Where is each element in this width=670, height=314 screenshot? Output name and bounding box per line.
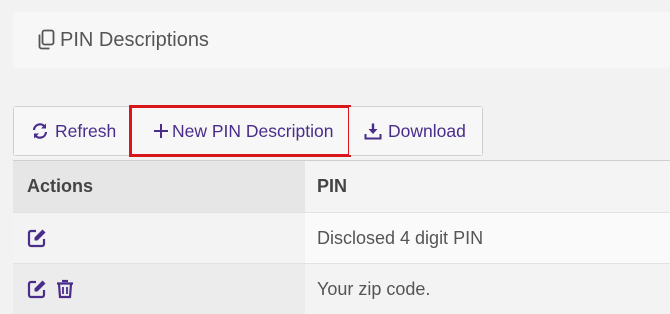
- refresh-button[interactable]: Refresh: [14, 107, 131, 155]
- page-title: PIN Descriptions: [60, 28, 209, 51]
- table-header-row: Actions PIN: [13, 160, 670, 212]
- edit-icon[interactable]: [27, 279, 47, 299]
- actions-cell: [13, 213, 305, 263]
- refresh-icon: [31, 122, 49, 140]
- table-row: Disclosed 4 digit PIN: [13, 212, 670, 263]
- pin-cell: Disclosed 4 digit PIN: [317, 227, 484, 248]
- table-row: Your zip code.: [13, 263, 670, 314]
- copy-icon: [36, 29, 58, 51]
- column-header-pin: PIN: [305, 161, 670, 212]
- pin-cell: Your zip code.: [317, 278, 431, 299]
- page-header: PIN Descriptions: [13, 12, 670, 68]
- new-pin-description-button[interactable]: New PIN Description: [129, 105, 351, 157]
- column-header-actions: Actions: [27, 176, 94, 196]
- trash-icon[interactable]: [56, 279, 74, 299]
- download-icon: [364, 122, 382, 140]
- download-label: Download: [388, 120, 466, 141]
- edit-icon[interactable]: [27, 228, 47, 248]
- plus-icon: [153, 123, 169, 139]
- toolbar: Refresh New PIN Description Download: [13, 105, 483, 157]
- new-pin-description-label: New PIN Description: [172, 120, 334, 141]
- download-button[interactable]: Download: [349, 107, 482, 155]
- refresh-label: Refresh: [55, 120, 117, 141]
- actions-cell: [13, 264, 305, 314]
- pin-descriptions-table: Actions PIN Disclosed 4 digit PIN Your z…: [13, 160, 670, 314]
